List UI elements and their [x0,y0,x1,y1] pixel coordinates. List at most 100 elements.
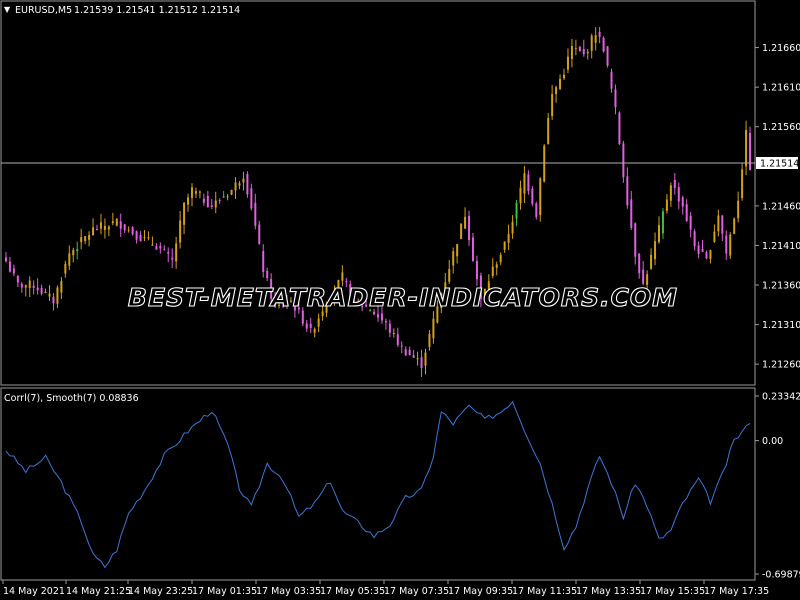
candle-body [88,234,91,240]
candle-body [471,237,474,261]
candle-body [226,196,229,198]
candle-body [218,200,221,202]
candle-body [155,245,158,250]
time-tick-label: 17 May 11:35 [512,586,577,597]
candle-body [578,46,581,51]
current-price-line: 1.21514 [1,157,799,170]
time-tick-label: 17 May 09:35 [448,586,513,597]
candle-body [570,46,573,59]
candle-body [230,189,233,195]
candle-body [539,178,542,216]
candle-body [737,200,740,219]
candle-body [99,222,102,229]
candle-body [309,323,312,328]
candle-body [673,179,676,189]
candle-body [147,237,150,239]
candle-body [515,202,518,219]
candle-body [135,231,138,240]
candle-body [665,199,668,211]
candle-body [262,250,265,272]
candle-body [610,71,613,89]
candle-body [206,195,209,208]
candle-body [76,248,79,252]
candle-body [190,187,193,198]
chart-collapse-icon[interactable]: ▼ [4,5,11,14]
candle-body [657,225,660,243]
candle-body [103,225,106,230]
candle-body [305,323,308,329]
candle-body [56,287,59,304]
price-tick-label: 1.21560 [762,122,800,133]
candle-body [48,293,51,297]
candle-body [250,188,253,209]
time-tick-label: 14 May 23:25 [128,586,193,597]
chart-symbol: EURUSD,M5 [15,5,72,16]
indicator-axis: 0.23342 0.00 -0.69879 [755,392,800,581]
candle-body [159,245,162,249]
price-tick-label: 1.21410 [762,241,800,252]
candle-body [602,37,605,52]
candle-body [733,218,736,234]
candle-body [669,185,672,201]
candle-body [654,241,657,260]
candle-body [408,349,411,356]
candle-body [705,252,708,259]
candle-body [491,266,494,277]
candle-body [741,169,744,199]
candle-body [16,275,19,283]
candle-body [32,285,35,288]
candle-body [68,253,71,266]
candle-body [194,191,197,194]
candle-body [495,264,498,268]
candle-body [210,205,213,207]
candle-body [392,332,395,334]
candle-body [420,357,423,369]
candle-body [685,204,688,222]
candle-body [111,221,114,224]
candle-body [198,191,201,193]
candle-body [175,243,178,262]
time-tick-label: 17 May 17:35 [704,586,769,597]
candle-body [693,231,696,247]
candle-body [606,46,609,66]
chart-ohlc: 1.21539 1.21541 1.21512 1.21514 [74,5,240,16]
candle-body [266,270,269,278]
candle-body [20,283,23,288]
candle-body [8,261,11,272]
candle-body [341,272,344,281]
candle-body [598,31,601,37]
candle-body [258,224,261,244]
candle-body [527,174,530,192]
price-tick-label: 1.21310 [762,320,800,331]
trading-chart[interactable]: 1.21660 1.21610 1.21560 1.21460 1.21410 1.213… [0,0,800,600]
candle-body [547,117,550,144]
candle-body [531,188,534,204]
candle-body [626,176,629,206]
candle-body [234,182,237,191]
candle-body [574,48,577,50]
candle-body [717,215,720,232]
candle-body [642,269,645,284]
candle-body [563,74,566,79]
candle-body [701,248,704,252]
candle-body [689,215,692,230]
time-tick-label: 17 May 03:35 [256,586,321,597]
candle-body [594,35,597,43]
candle-body [163,249,166,251]
candle-body [503,241,506,250]
candle-body [428,333,431,348]
candle-body [404,349,407,356]
candle-body [543,145,546,182]
candle-body [238,183,241,186]
candle-body [725,235,728,254]
candle-body [345,280,348,282]
candle-body [566,56,569,70]
time-axis: 14 May 2021 14 May 21:2514 May 23:2517 Ma… [2,580,769,597]
candle-body [464,216,467,229]
candle-body [84,236,87,242]
candle-body [214,200,217,208]
candle-body [321,311,324,316]
indicator-tick-label: -0.69879 [762,570,800,581]
candle-body [452,251,455,266]
candle-body [222,196,225,198]
